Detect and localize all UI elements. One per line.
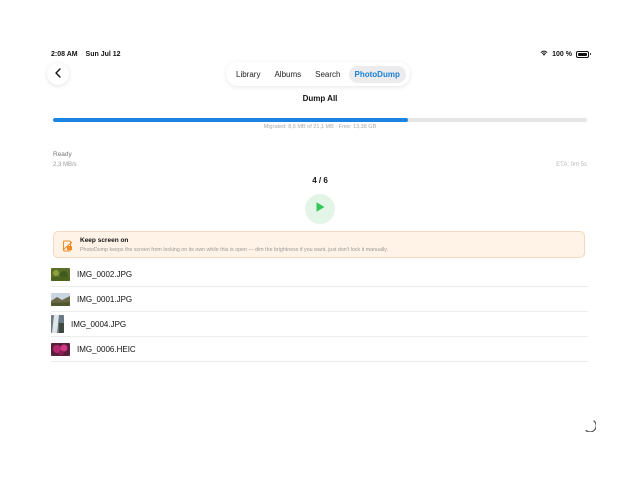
tab-library[interactable]: Library: [230, 66, 266, 83]
thumbnail-image: [51, 268, 70, 281]
page-title: Dump All: [302, 94, 338, 103]
chevron-left-icon: [54, 65, 62, 83]
file-list: IMG_0002.JPG IMG_0001.JPG IMG_0004.JPG I…: [51, 262, 588, 362]
banner-text: PhotoDump keeps the screen from locking …: [80, 247, 388, 253]
banner-title: Keep screen on: [80, 237, 129, 244]
transfer-speed: 2,3 MB/s: [53, 162, 77, 168]
tab-albums[interactable]: Albums: [268, 66, 307, 83]
migrated-text: Migrated: 8,6 MB of 21,1 MB · Free: 13,3…: [263, 124, 377, 130]
status-text: Ready: [53, 151, 72, 158]
screen-lock-warning-icon: [62, 239, 73, 257]
thumbnail-image: [51, 315, 64, 333]
list-item[interactable]: IMG_0006.HEIC: [51, 337, 588, 362]
play-icon: [314, 200, 326, 218]
thumbnail-image: [51, 343, 70, 356]
tab-photodump[interactable]: PhotoDump: [348, 65, 406, 83]
file-name: IMG_0001.JPG: [77, 295, 133, 304]
back-button[interactable]: [47, 63, 69, 85]
eta-text: ETA: 0m 5s: [556, 162, 587, 168]
status-time: 2:08 AM: [51, 51, 78, 58]
progress-fill: [53, 118, 409, 122]
screen: 2:08 AM Sun Jul 12 100 % Library Albums …: [0, 0, 640, 480]
tab-search[interactable]: Search: [309, 66, 346, 83]
battery-icon: [576, 50, 591, 58]
battery-percent: 100 %: [552, 50, 572, 58]
tab-bar: Library Albums Search PhotoDump: [226, 62, 410, 86]
list-item[interactable]: IMG_0004.JPG: [51, 312, 588, 337]
play-button[interactable]: [305, 194, 335, 224]
progress-bar: [53, 118, 587, 122]
list-item[interactable]: IMG_0001.JPG: [51, 287, 588, 312]
keep-screen-on-banner: Keep screen on PhotoDump keeps the scree…: [53, 231, 585, 258]
file-name: IMG_0006.HEIC: [77, 345, 136, 354]
loading-spinner-icon: [582, 418, 597, 437]
wifi-icon: [540, 50, 548, 58]
status-date: Sun Jul 12: [85, 51, 121, 58]
file-count: 4 / 6: [312, 176, 328, 185]
file-name: IMG_0004.JPG: [71, 320, 127, 329]
list-item[interactable]: IMG_0002.JPG: [51, 262, 588, 287]
status-bar-left: 2:08 AM Sun Jul 12: [51, 51, 121, 58]
file-name: IMG_0002.JPG: [77, 270, 133, 279]
status-bar-right: 100 %: [540, 50, 591, 58]
thumbnail-image: [51, 293, 70, 306]
